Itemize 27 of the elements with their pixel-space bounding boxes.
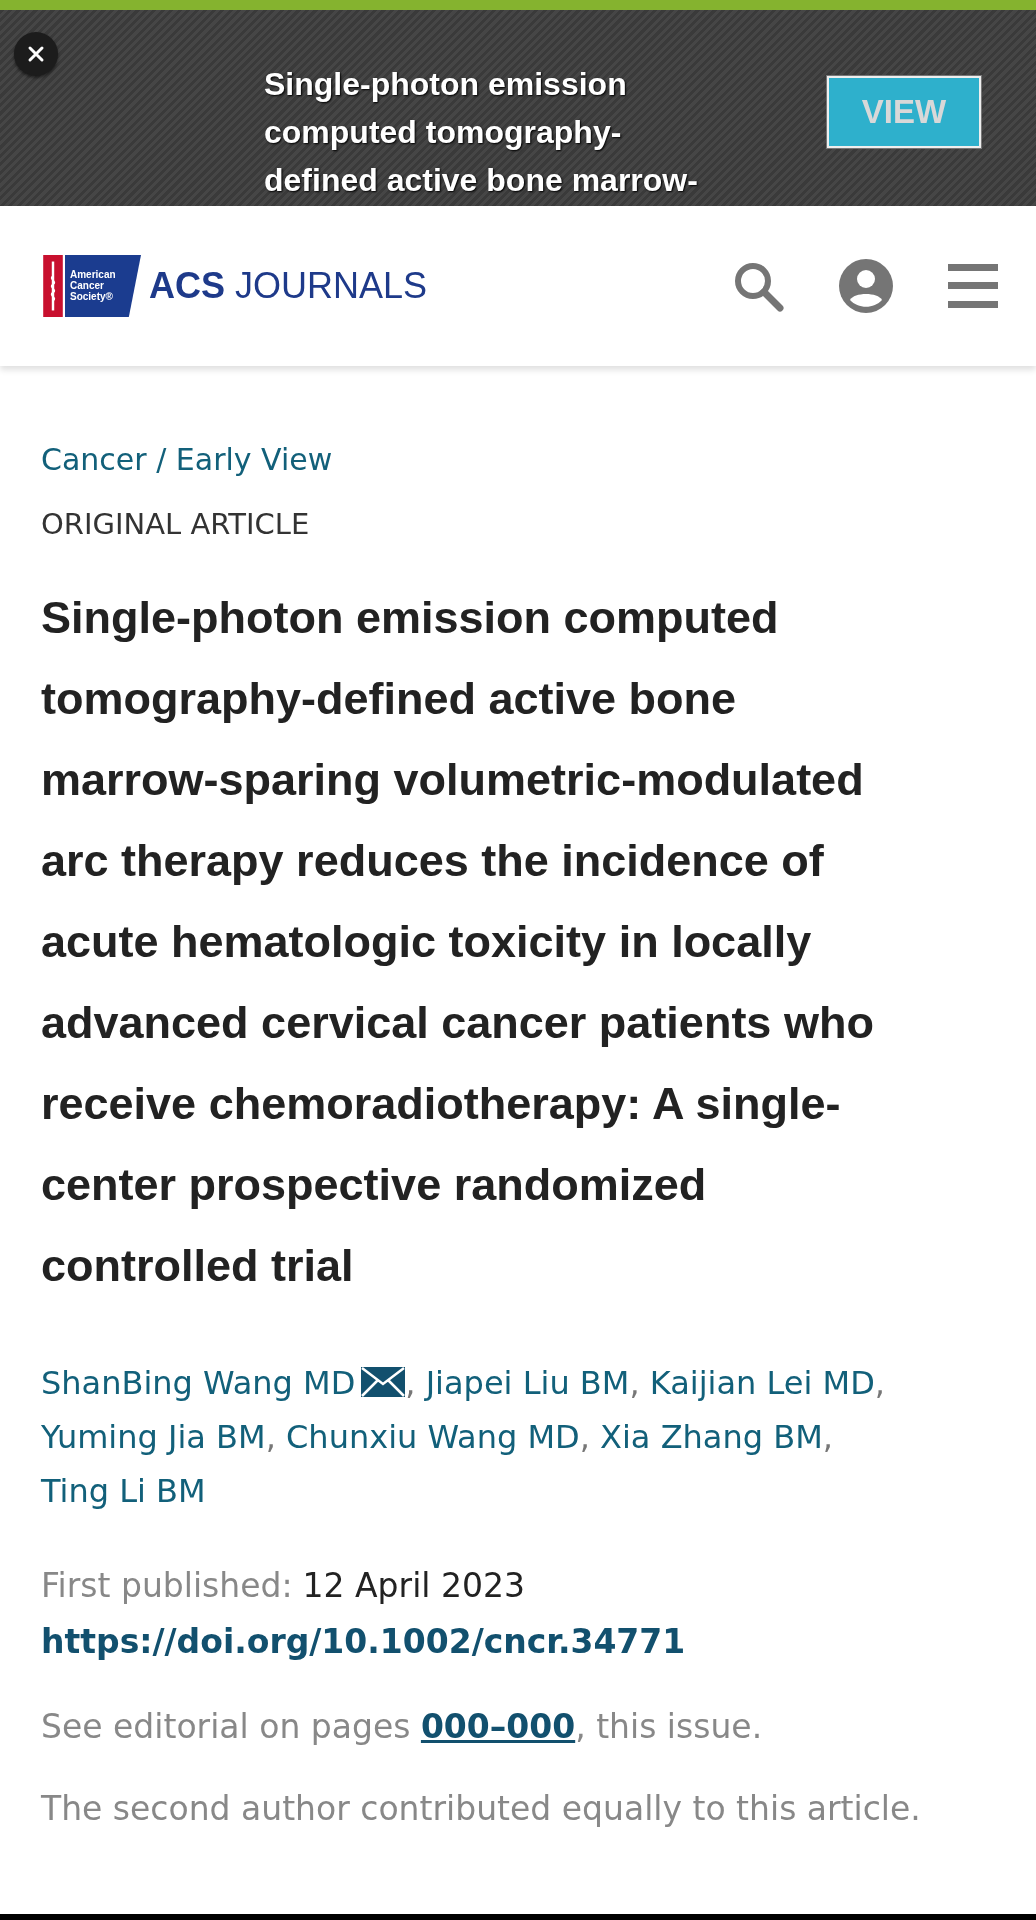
published-label: First published:	[41, 1566, 293, 1605]
banner-title: Single-photon emission computed tomography- defined active bone marrow-	[264, 65, 699, 200]
author-link[interactable]: Jiapei Liu BM	[425, 1364, 630, 1402]
society-logo-text: American Cancer Society®	[65, 255, 141, 317]
editorial-note: See editorial on pages 000–000, this issue.	[41, 1706, 763, 1748]
article-type: ORIGINAL ARTICLE	[41, 507, 310, 541]
breadcrumb-link[interactable]: Cancer / Early View	[41, 442, 333, 477]
author-list: ShanBing Wang MD , Jiapei Liu BM, Kaijian Lei MD, Yuming Jia BM, Chunxiu Wang MD, Xia Zhang BM, Ting Li BM	[41, 1356, 1001, 1518]
author-link[interactable]: Kaijian Lei MD	[649, 1364, 875, 1402]
author-link[interactable]: Ting Li BM	[41, 1472, 206, 1510]
doi-link[interactable]: https://doi.org/10.1002/cncr.34771	[41, 1614, 686, 1670]
author-link[interactable]: ShanBing Wang MD	[41, 1364, 356, 1402]
staff-icon	[41, 255, 65, 317]
close-button[interactable]	[14, 32, 58, 76]
contribution-note: The second author contributed equally to this article.	[41, 1788, 921, 1830]
author-link[interactable]: Yuming Jia BM	[41, 1418, 266, 1456]
pages-link[interactable]: 000–000	[420, 1707, 576, 1746]
published-date: 12 April 2023	[302, 1566, 525, 1605]
search-icon[interactable]	[732, 260, 784, 312]
author-link[interactable]: Chunxiu Wang MD	[286, 1418, 580, 1456]
author-link[interactable]: Xia Zhang BM	[600, 1418, 823, 1456]
brand-name: ACS JOURNALS	[149, 265, 428, 307]
menu-icon[interactable]	[948, 264, 998, 308]
mail-icon[interactable]	[361, 1367, 406, 1397]
account-icon[interactable]	[838, 258, 894, 314]
close-icon	[26, 44, 46, 64]
article-title: Single-photon emission computed tomography-defined active bone marrow-sparing volumetric-modulated arc therapy reduces the incidence of acute hematologic toxicity in locally advanced cervical cancer patients who receive chemoradiotherapy: A single- center prospective randomized controlled trial	[41, 591, 874, 1293]
